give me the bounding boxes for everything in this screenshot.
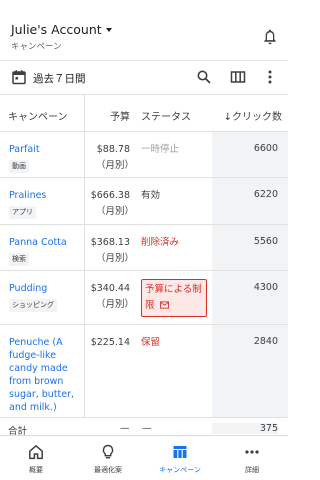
home-icon <box>29 445 43 460</box>
campaign-type-chip: 動画 <box>9 160 29 173</box>
total-row: 合計 — — 375 <box>0 417 288 437</box>
table-row[interactable]: Pudding ショッピング $340.44 （月別） 予算による制限 4300 <box>0 271 288 325</box>
budget-value: $340.44 <box>90 283 130 294</box>
campaign-name-link[interactable]: Pudding <box>9 282 79 295</box>
total-budget: — <box>120 423 130 434</box>
table-row[interactable]: Pralines アプリ $666.38 （月別） 有効 6220 <box>0 178 288 225</box>
nav-label: 詳細 <box>245 466 259 474</box>
clicks-value: 2840 <box>253 336 278 347</box>
clicks-value: 4300 <box>253 282 278 293</box>
nav-item-details[interactable]: 詳細 <box>216 436 288 480</box>
columns-icon[interactable] <box>230 69 246 85</box>
status-text: 一時停止 <box>141 144 180 155</box>
nav-label: 概要 <box>29 466 43 474</box>
campaign-table: キャンペーン 予算 ステータス ↓クリック数 Parfait 動画 $88.78… <box>0 94 288 417</box>
budget-period: （月別） <box>96 206 135 217</box>
more-horiz-icon <box>245 450 259 454</box>
status-text: 有効 <box>141 190 161 201</box>
account-switcher[interactable]: Julie's Account <box>11 22 112 37</box>
bottom-navigation: 概要 最適化案 キャンペーン 詳細 <box>0 435 288 480</box>
status-text: 削除済み <box>141 237 180 248</box>
mail-icon <box>159 301 169 309</box>
clicks-value: 6220 <box>253 189 278 200</box>
budget-period: （月別） <box>96 160 135 171</box>
campaign-type-chip: アプリ <box>9 206 36 219</box>
lightbulb-icon <box>102 444 114 459</box>
status-text: 保留 <box>141 337 161 348</box>
date-range-label[interactable]: 過去７日間 <box>33 71 86 86</box>
budget-value: $368.13 <box>90 237 130 248</box>
column-header-clicks[interactable]: ↓クリック数 <box>212 108 282 123</box>
campaign-type-chip: 検索 <box>9 253 29 266</box>
campaign-name-link[interactable]: Pralines <box>9 189 79 202</box>
campaign-name-link[interactable]: Penuche (A fudge-like candy made from br… <box>9 336 79 414</box>
notification-bell-icon[interactable] <box>262 28 278 46</box>
page-subtitle: キャンペーン <box>11 42 62 52</box>
nav-label: キャンペーン <box>159 466 201 474</box>
budget-value: $225.14 <box>90 337 130 348</box>
nav-item-recommendations[interactable]: 最適化案 <box>72 436 144 480</box>
date-toolbar: 過去７日間 <box>0 60 288 94</box>
calendar-icon[interactable] <box>11 69 27 85</box>
status-badge-limited[interactable]: 予算による制限 <box>141 279 207 317</box>
campaign-type-chip: ショッピング <box>9 299 57 312</box>
budget-period: （月別） <box>96 299 135 310</box>
nav-item-overview[interactable]: 概要 <box>0 436 72 480</box>
budget-period: （月別） <box>96 253 135 264</box>
app-header: Julie's Account キャンペーン <box>0 0 288 60</box>
campaign-name-link[interactable]: Panna Cotta <box>9 236 79 249</box>
column-header-campaign[interactable]: キャンペーン <box>8 108 68 123</box>
more-vert-icon[interactable] <box>262 69 278 85</box>
clicks-value: 6600 <box>253 143 278 154</box>
status-text: 予算による制限 <box>145 284 202 311</box>
search-icon[interactable] <box>196 69 212 85</box>
table-icon <box>173 446 187 458</box>
table-row[interactable]: Parfait 動画 $88.78 （月別） 一時停止 6600 <box>0 132 288 178</box>
table-row[interactable]: Penuche (A fudge-like candy made from br… <box>0 325 288 417</box>
dropdown-caret-icon <box>105 28 112 32</box>
table-header: キャンペーン 予算 ステータス ↓クリック数 <box>0 95 288 132</box>
clicks-value: 5560 <box>253 236 278 247</box>
campaign-name-link[interactable]: Parfait <box>9 143 79 156</box>
total-clicks: 375 <box>212 423 278 434</box>
table-row[interactable]: Panna Cotta 検索 $368.13 （月別） 削除済み 5560 <box>0 225 288 271</box>
column-header-status[interactable]: ステータス <box>141 108 191 123</box>
total-status: — <box>142 423 152 434</box>
account-title: Julie's Account <box>11 22 102 37</box>
nav-item-campaigns[interactable]: キャンペーン <box>144 436 216 480</box>
budget-value: $666.38 <box>90 190 130 201</box>
budget-value: $88.78 <box>96 144 130 155</box>
nav-label: 最適化案 <box>94 466 122 474</box>
column-header-budget[interactable]: 予算 <box>84 108 130 123</box>
